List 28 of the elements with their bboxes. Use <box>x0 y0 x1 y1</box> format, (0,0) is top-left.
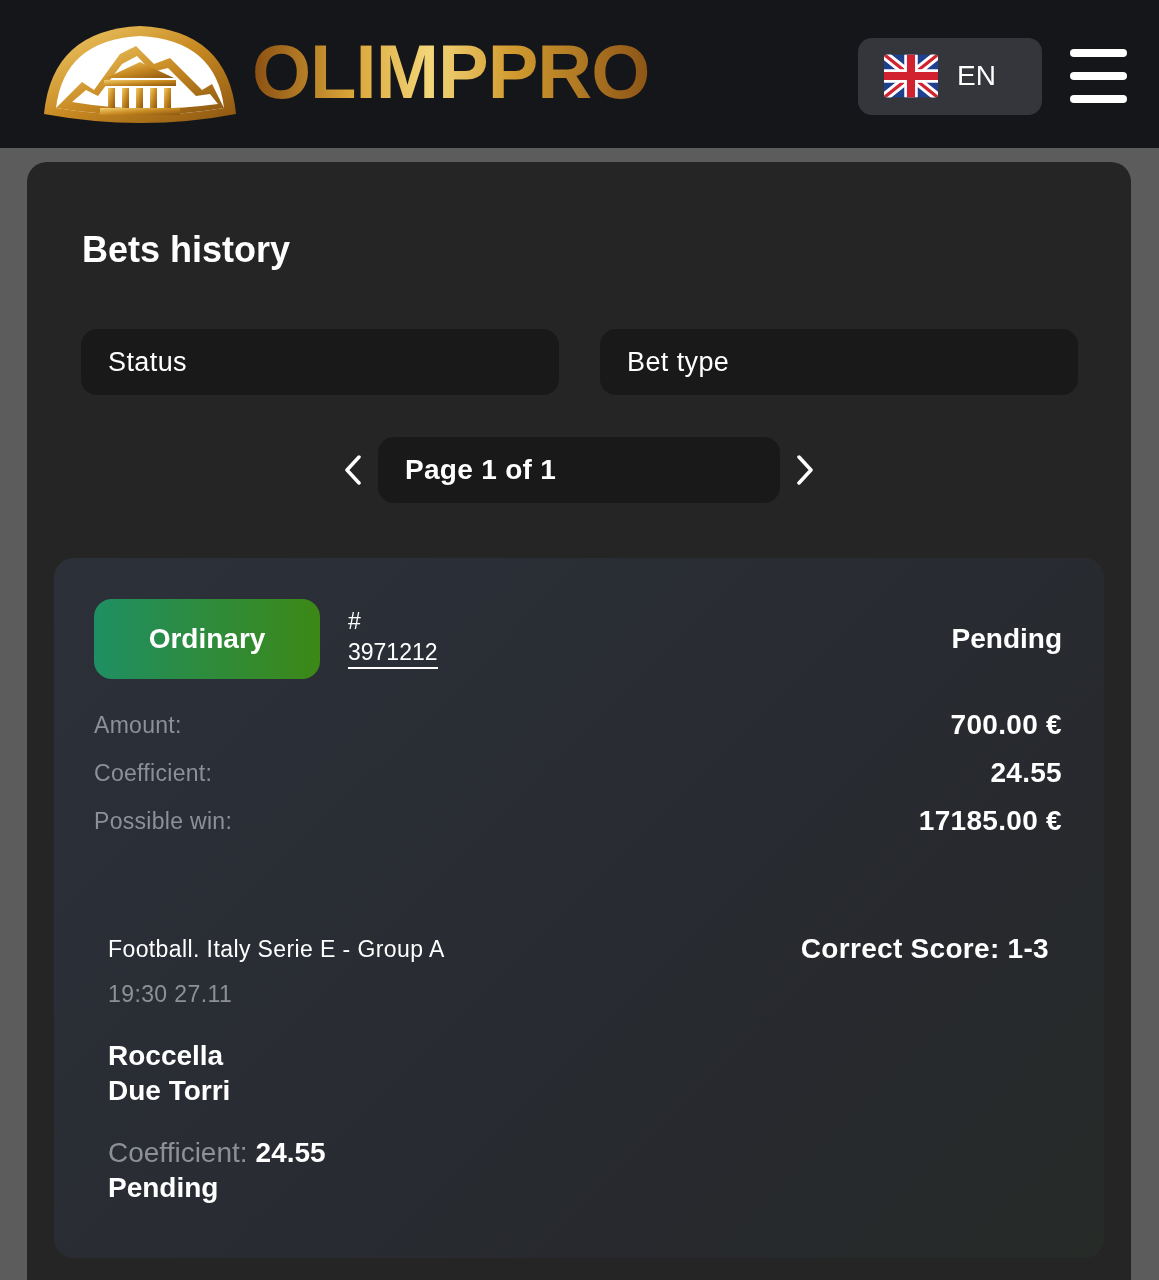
bet-status: Pending <box>951 623 1062 655</box>
detail-value: 24.55 <box>990 757 1062 789</box>
detail-value: 700.00 € <box>950 709 1062 741</box>
flag-icon <box>884 54 938 98</box>
chevron-left-icon[interactable] <box>344 455 362 485</box>
temple-emblem-icon <box>42 24 238 124</box>
page-selector[interactable]: Page 1 of 1 <box>378 437 780 503</box>
detail-label: Amount: <box>94 711 182 739</box>
filter-dropdown[interactable]: Status <box>81 329 559 395</box>
menu-icon[interactable] <box>1070 49 1127 103</box>
filter-dropdown[interactable]: Bet type <box>600 329 1078 395</box>
page-title: Bets history <box>82 228 291 272</box>
team-name: Due Torri <box>108 1074 231 1108</box>
league-name: Football. Italy Serie E - Group A <box>108 935 445 963</box>
bet-type-badge: Ordinary <box>94 599 320 679</box>
team-name: Roccella <box>108 1039 224 1073</box>
chevron-right-icon[interactable] <box>796 455 814 485</box>
detail-value: 17185.00 € <box>918 805 1062 837</box>
event-time: 19:30 27.11 <box>108 981 233 1008</box>
bet-number-link[interactable]: 3971212 <box>348 637 438 669</box>
event-status: Pending <box>108 1171 219 1205</box>
coefficient-value: 24.55 <box>255 1136 326 1170</box>
number-sign: # <box>348 607 361 636</box>
coefficient-label: Coefficient: <box>108 1136 248 1170</box>
detail-label: Coefficient: <box>94 759 213 787</box>
market-name: Correct Score: 1-3 <box>800 933 1049 965</box>
detail-label: Possible win: <box>94 807 233 835</box>
language-button[interactable]: EN <box>858 37 1042 115</box>
